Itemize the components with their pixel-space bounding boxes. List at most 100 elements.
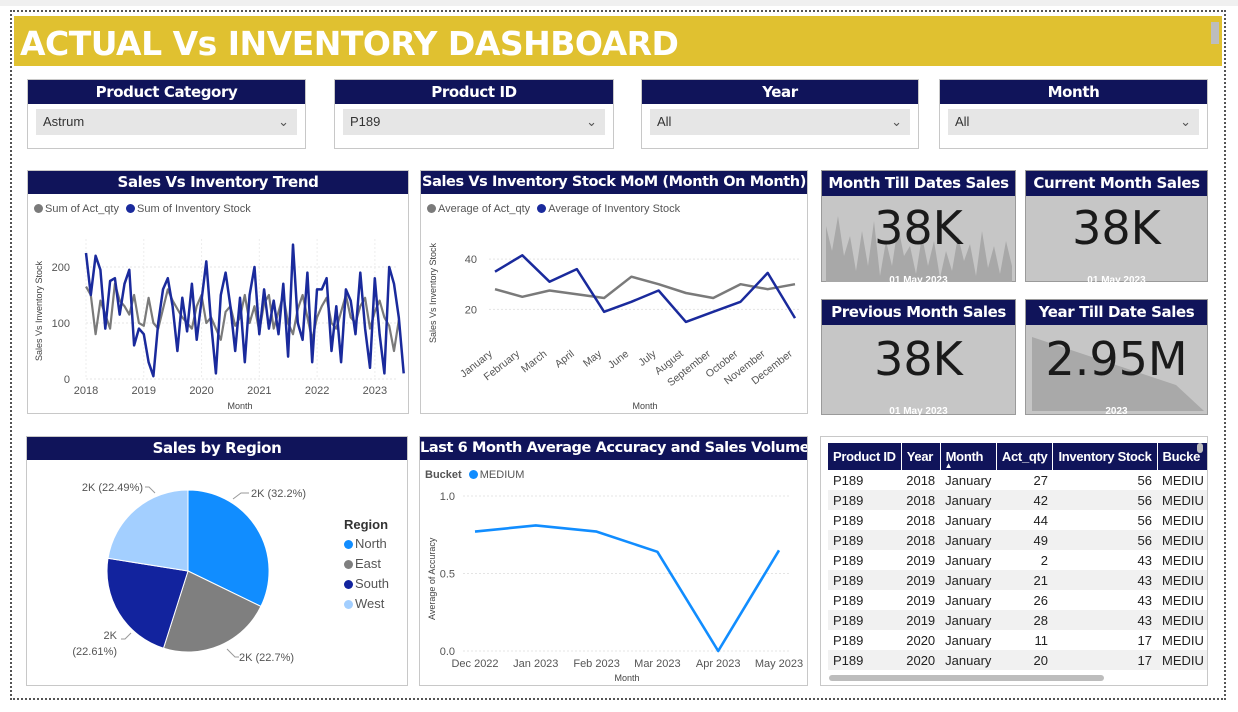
pie-label-south-pct: (22.61%): [72, 646, 117, 658]
table-row[interactable]: P189 2018 January 27 56 MEDIU: [828, 470, 1207, 490]
trend-line-chart[interactable]: Sales Vs Inventory Stock Month 200 100 0 20…: [28, 171, 410, 415]
year-dropdown[interactable]: All ⌄: [650, 109, 910, 135]
page-scrollbar[interactable]: [1211, 22, 1219, 44]
slicer-value: Astrum: [43, 114, 85, 129]
table-cell: January: [940, 610, 997, 630]
x-tick-label: Dec 2022: [451, 658, 498, 670]
table-row[interactable]: P189 2020 January 20 17 MEDIU: [828, 650, 1207, 670]
slicer-label: Product ID: [335, 80, 613, 104]
table-cell: MEDIU: [1162, 512, 1204, 528]
top-strip: [0, 0, 1238, 6]
x-tick-label: 2019: [132, 385, 156, 397]
table-cell: 2019: [906, 552, 936, 568]
table-vertical-scrollbar[interactable]: [1197, 443, 1203, 453]
col-act-qty[interactable]: Act_qty: [996, 443, 1054, 470]
kpi-year-till-date-sales[interactable]: Year Till Date Sales 2.95M 2023: [1025, 299, 1208, 417]
table-cell: 21: [996, 570, 1053, 590]
table-row[interactable]: P189 2019 January 28 43 MEDIU: [828, 610, 1207, 630]
kpi-current-month-sales[interactable]: Current Month Sales 38K 01 May 2023: [1025, 170, 1208, 286]
col-product-id[interactable]: Product ID: [828, 443, 902, 470]
table-cell: P189: [828, 530, 902, 550]
col-inventory-stock[interactable]: Inventory Stock: [1052, 443, 1158, 470]
kpi-title: Month Till Dates Sales: [822, 171, 1015, 196]
table-cell: January: [945, 592, 992, 608]
table-cell: MEDIU: [1157, 530, 1207, 550]
y-tick-label: 0.0: [440, 646, 455, 658]
slicer-label: Product Category: [28, 80, 305, 104]
chevron-down-icon: ⌄: [1180, 114, 1191, 129]
kpi-value: 38K: [874, 332, 963, 386]
table-cell: 43: [1052, 570, 1158, 590]
mom-line-chart[interactable]: Sales Vs Inventory Stock Month 4020Janua…: [421, 171, 809, 415]
legend-dot: [344, 560, 353, 569]
table-row[interactable]: P189 2018 January 42 56 MEDIU: [828, 490, 1207, 510]
chevron-down-icon: ⌄: [891, 114, 902, 129]
legend-item-east[interactable]: East: [344, 556, 389, 571]
x-tick-label: April: [553, 348, 577, 370]
table-cell: January: [945, 632, 992, 648]
table-row[interactable]: P189 2018 January 49 56 MEDIU: [828, 530, 1207, 550]
chevron-down-icon: ⌄: [586, 114, 597, 129]
table-cell: MEDIU: [1157, 570, 1207, 590]
legend-item-west[interactable]: West: [344, 596, 389, 611]
y-axis-title: Sales Vs Inventory Stock: [34, 260, 44, 361]
y-axis-title: Average of Accuracy: [427, 537, 437, 620]
table-cell: P189: [833, 472, 864, 488]
x-tick-label: 2018: [74, 385, 98, 397]
slicer-value: P189: [350, 114, 381, 129]
table-cell: P189: [833, 632, 864, 648]
pie-slice-west: [107, 489, 189, 572]
y-tick-label: 0.5: [440, 569, 455, 581]
accuracy-line-chart[interactable]: Average of Accuracy Month 1.0 0.5 0.0Dec 2…: [420, 437, 809, 687]
x-tick-label: March: [519, 348, 550, 376]
table-cell: P189: [833, 552, 864, 568]
legend-item-south[interactable]: South: [344, 576, 389, 591]
table-cell: 56: [1052, 530, 1158, 550]
table-cell: 42: [996, 490, 1053, 510]
table-header-row: Product ID Year Month ▲ Act_qty Inventory…: [828, 443, 1207, 470]
table-row[interactable]: P189 2018 January 44 56 MEDIU: [828, 510, 1207, 530]
kpi-month-till-date-sales[interactable]: Month Till Dates Sales 38K 01 May 2023: [821, 170, 1016, 286]
table-row[interactable]: P189 2019 January 26 43 MEDIU: [828, 590, 1207, 610]
pie-label-north: 2K (32.2%): [251, 488, 306, 500]
kpi-title: Year Till Date Sales: [1026, 300, 1207, 325]
legend-item-north[interactable]: North: [344, 536, 389, 551]
table-cell: January: [945, 512, 992, 528]
slicer-label: Year: [642, 80, 918, 104]
y-tick-label: 40: [465, 254, 477, 266]
col-month[interactable]: Month ▲: [940, 443, 997, 470]
table-cell: 2018: [901, 530, 941, 550]
table-row[interactable]: P189 2020 January 11 17 MEDIU: [828, 630, 1207, 650]
product-category-dropdown[interactable]: Astrum ⌄: [36, 109, 297, 135]
y-tick-label: 100: [52, 318, 70, 330]
table-cell: 56: [1052, 490, 1158, 510]
detail-table[interactable]: Product ID Year Month ▲ Act_qty Inventory…: [828, 443, 1207, 670]
x-tick-label: 2023: [363, 385, 387, 397]
x-tick-label: May 2023: [755, 658, 803, 670]
table-cell: 43: [1137, 592, 1153, 608]
legend-dot: [344, 580, 353, 589]
slicer-month: Month All ⌄: [939, 79, 1208, 149]
table-cell: 2019: [901, 570, 941, 590]
x-axis-title: Month: [227, 401, 252, 411]
x-tick-label: 2022: [305, 385, 329, 397]
accuracy-chart-card: Last 6 Month Average Accuracy and Sales …: [419, 436, 808, 686]
x-tick-label: 2020: [189, 385, 213, 397]
table-cell: 2: [1040, 552, 1048, 568]
legend-dot: [344, 600, 353, 609]
table-cell: January: [945, 552, 992, 568]
table-cell: 44: [1033, 512, 1048, 528]
kpi-previous-month-sales[interactable]: Previous Month Sales 38K 01 May 2023: [821, 299, 1016, 417]
product-id-dropdown[interactable]: P189 ⌄: [343, 109, 605, 135]
table-cell: MEDIU: [1162, 472, 1204, 488]
col-year[interactable]: Year: [901, 443, 941, 470]
month-dropdown[interactable]: All ⌄: [948, 109, 1199, 135]
legend-label: West: [355, 596, 385, 611]
table-cell: 43: [1052, 610, 1158, 630]
legend-label: North: [355, 536, 387, 551]
pie-label-east: 2K (22.7%): [239, 652, 294, 664]
table-row[interactable]: P189 2019 January 21 43 MEDIU: [828, 570, 1207, 590]
table-row[interactable]: P189 2019 January 2 43 MEDIU: [828, 550, 1207, 570]
table-horizontal-scrollbar[interactable]: [829, 675, 1104, 681]
slicer-value: All: [657, 114, 672, 129]
